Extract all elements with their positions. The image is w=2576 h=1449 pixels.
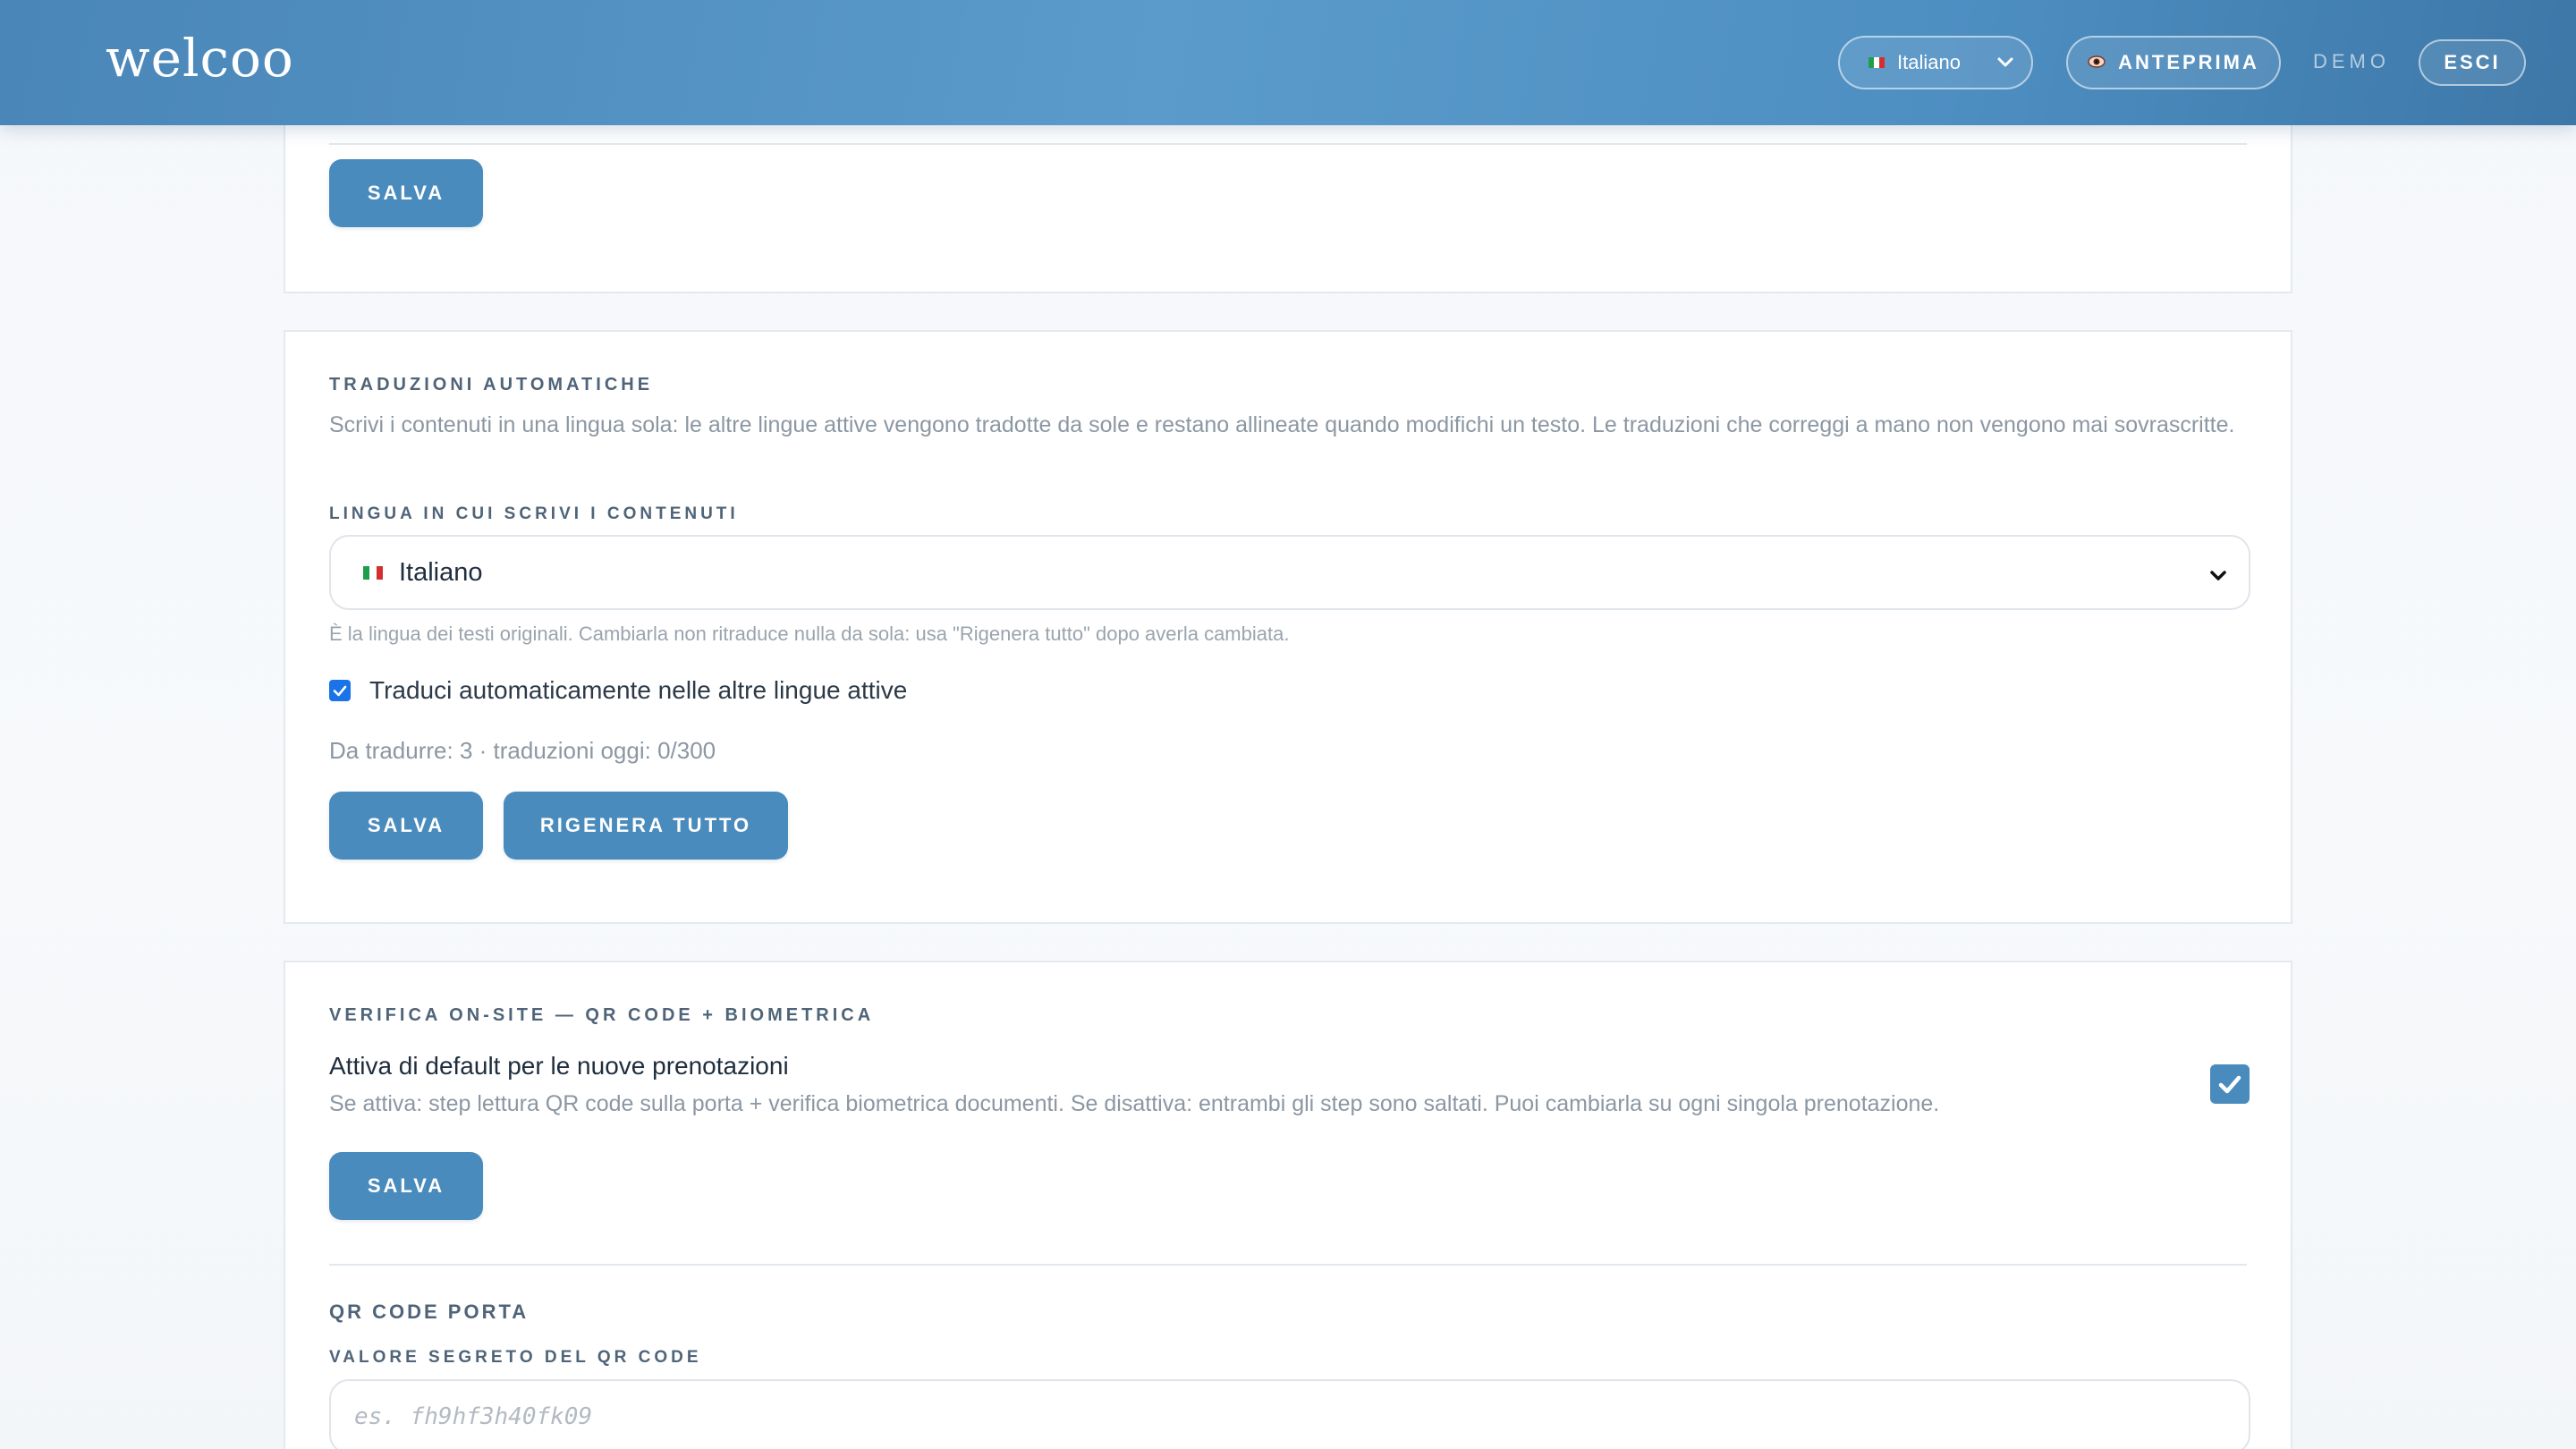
qr-secret-input[interactable] [329,1379,2250,1449]
auto-translations-card: TRADUZIONI AUTOMATICHE Scrivi i contenut… [284,330,2292,924]
source-language-hint: È la lingua dei testi originali. Cambiar… [329,623,1290,645]
save-button[interactable]: SALVA [329,792,483,860]
section-title: VERIFICA ON-SITE — QR CODE + BIOMETRICA [329,1005,875,1025]
top-navigation-bar: welcoo Italiano ANTEPRIMA DEMO ESCI [0,0,2576,125]
regenerate-all-button[interactable]: RIGENERA TUTTO [504,792,788,860]
card-divider [329,1264,2247,1266]
italy-flag-icon [1868,57,1885,68]
source-language-select[interactable]: Italiano [329,535,2250,610]
chevron-down-icon [2207,564,2229,593]
eye-icon [2088,51,2106,74]
italy-flag-icon [363,565,383,580]
preview-button[interactable]: ANTEPRIMA [2066,36,2281,89]
auto-translate-checkbox-label[interactable]: Traduci automaticamente nelle altre ling… [369,676,907,705]
card-divider [329,143,2247,145]
logout-button[interactable]: ESCI [2419,39,2526,86]
save-button[interactable]: SALVA [329,1152,483,1220]
default-activation-description: Se attiva: step lettura QR code sulla po… [329,1091,1940,1116]
checkmark-icon [333,685,347,697]
language-select-value: Italiano [1897,51,1961,73]
default-activation-checkbox[interactable] [2210,1064,2250,1104]
qr-section-title: QR CODE PORTA [329,1301,530,1323]
checkmark-icon [2218,1075,2241,1094]
settings-card-top: SALVA [284,98,2292,293]
default-activation-label: Attiva di default per le nuove prenotazi… [329,1052,789,1080]
demo-mode-label: DEMO [2313,50,2390,72]
auto-translate-checkbox[interactable] [329,680,351,701]
brand-logo-text: welcoo [106,28,294,89]
language-select[interactable]: Italiano [1838,36,2033,89]
source-language-label: LINGUA IN CUI SCRIVI I CONTENUTI [329,504,739,523]
source-language-value: Italiano [399,557,483,587]
translation-status-text: Da tradurre: 3 · traduzioni oggi: 0/300 [329,737,716,764]
section-description: Scrivi i contenuti in una lingua sola: l… [329,412,2235,437]
onsite-verification-card: VERIFICA ON-SITE — QR CODE + BIOMETRICA … [284,961,2292,1449]
qr-secret-label: VALORE SEGRETO DEL QR CODE [329,1348,702,1367]
section-title: TRADUZIONI AUTOMATICHE [329,375,654,394]
chevron-down-icon [1996,52,2015,77]
save-button[interactable]: SALVA [329,159,483,227]
preview-button-label: ANTEPRIMA [2118,51,2259,73]
brand-logo[interactable]: welcoo [106,27,294,89]
